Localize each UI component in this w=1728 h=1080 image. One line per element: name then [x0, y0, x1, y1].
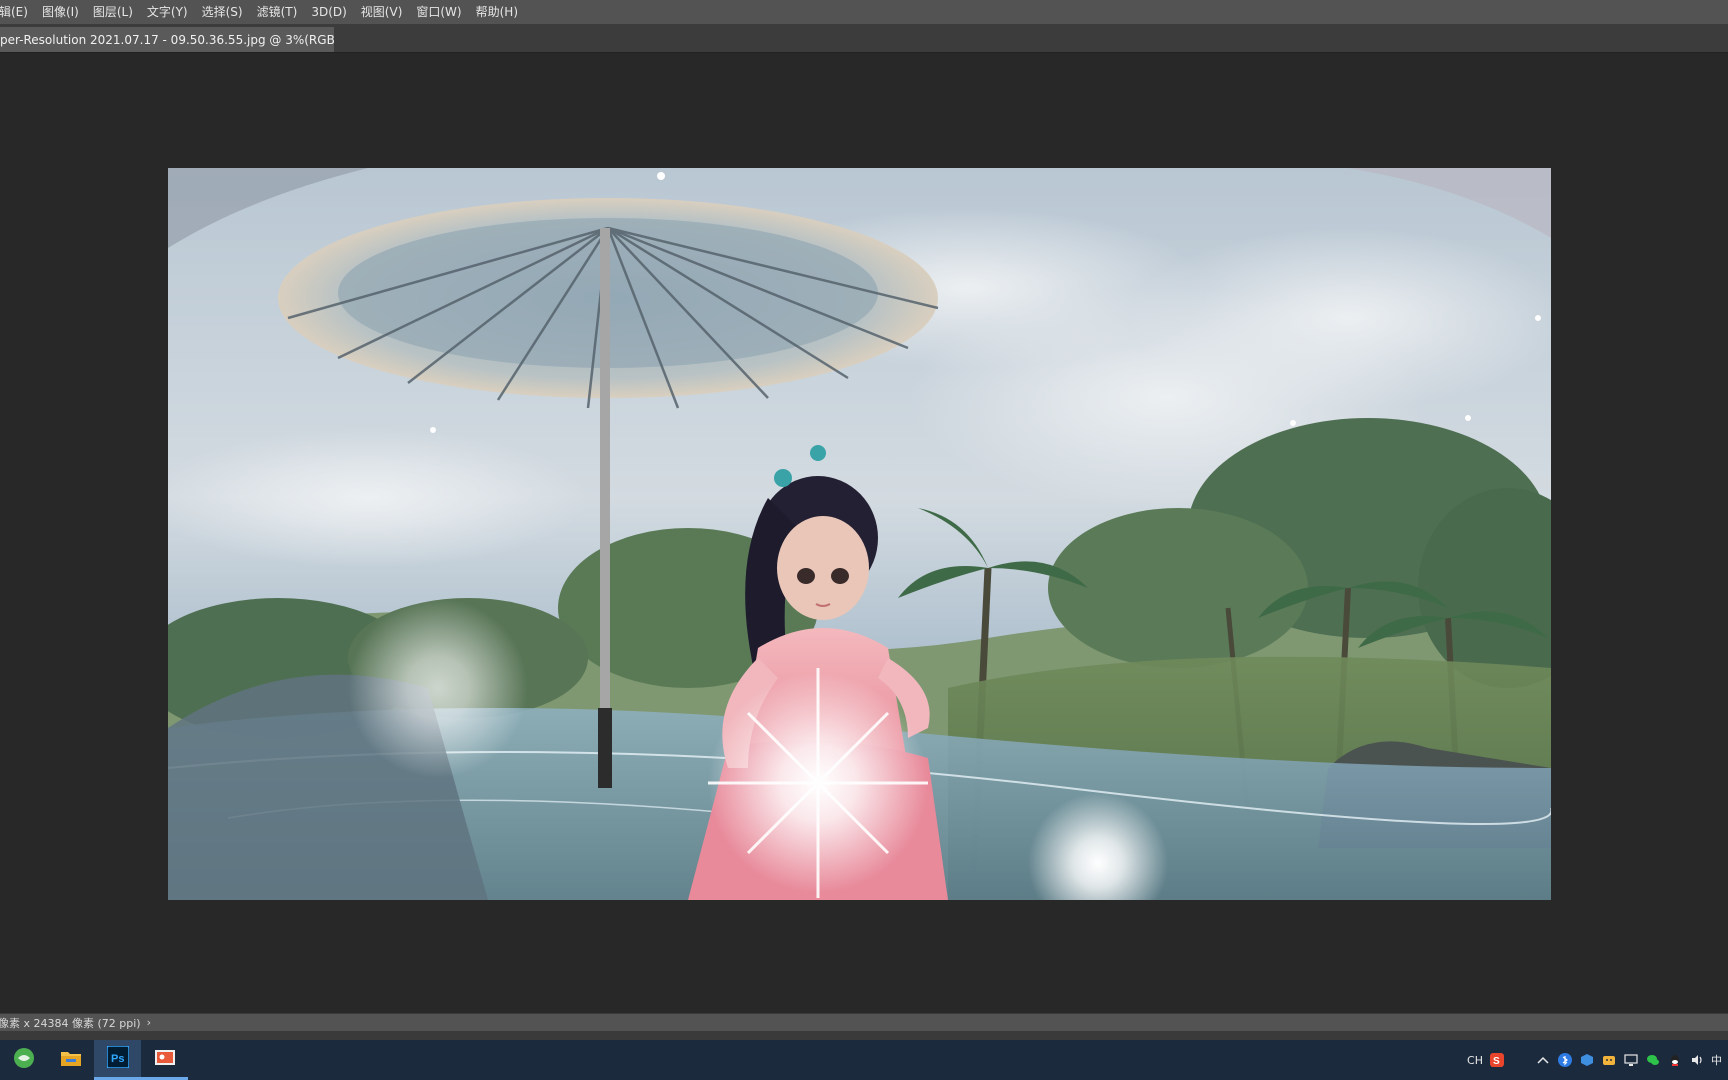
- menu-window[interactable]: 窗口(W): [409, 0, 468, 24]
- file-explorer-icon: [60, 1048, 82, 1072]
- cat-icon[interactable]: [1601, 1052, 1617, 1068]
- taskbar-media-button[interactable]: [141, 1040, 188, 1080]
- browser-icon: [13, 1047, 35, 1073]
- menu-view[interactable]: 视图(V): [354, 0, 410, 24]
- menu-edit[interactable]: 辑(E): [0, 0, 35, 24]
- status-bar: 像素 x 24384 像素 (72 ppi) ›: [0, 1013, 1728, 1031]
- status-menu-arrow-icon[interactable]: ›: [147, 1016, 151, 1029]
- taskbar-explorer-button[interactable]: [47, 1040, 94, 1080]
- document-size-info: 像素 x 24384 像素 (72 ppi): [0, 1016, 141, 1030]
- menu-layer[interactable]: 图层(L): [86, 0, 140, 24]
- sogou-icon[interactable]: S: [1489, 1052, 1505, 1068]
- volume-icon[interactable]: [1689, 1052, 1705, 1068]
- box-icon[interactable]: [1579, 1052, 1595, 1068]
- input-language-indicator[interactable]: 中: [1711, 1052, 1722, 1068]
- taskbar: Ps CH S 中: [0, 1040, 1728, 1080]
- ime-indicator[interactable]: CH: [1467, 1054, 1483, 1067]
- svg-text:S: S: [1493, 1056, 1500, 1067]
- menu-3d[interactable]: 3D(D): [304, 0, 353, 24]
- panel-divider: [0, 1031, 1728, 1040]
- system-tray: CH S 中: [1467, 1040, 1728, 1080]
- game-screenshot-image: [168, 168, 1551, 900]
- menu-image[interactable]: 图像(I): [35, 0, 86, 24]
- document-tab-title: per-Resolution 2021.07.17 - 09.50.36.55.…: [0, 32, 334, 47]
- wechat-icon[interactable]: [1645, 1052, 1661, 1068]
- svg-text:Ps: Ps: [111, 1053, 124, 1065]
- menu-bar: 辑(E) 图像(I) 图层(L) 文字(Y) 选择(S) 滤镜(T) 3D(D)…: [0, 0, 1728, 24]
- photoshop-icon: Ps: [105, 1044, 130, 1072]
- document-tab[interactable]: per-Resolution 2021.07.17 - 09.50.36.55.…: [0, 27, 334, 52]
- menu-help[interactable]: 帮助(H): [469, 0, 525, 24]
- qq-icon[interactable]: [1667, 1052, 1683, 1068]
- media-player-icon: [154, 1047, 176, 1071]
- chevron-up-icon[interactable]: [1535, 1052, 1551, 1068]
- network-icon[interactable]: [1623, 1052, 1639, 1068]
- canvas-area[interactable]: [0, 53, 1728, 1013]
- menu-select[interactable]: 选择(S): [195, 0, 250, 24]
- bluetooth-icon[interactable]: [1557, 1052, 1573, 1068]
- menu-filter[interactable]: 滤镜(T): [250, 0, 305, 24]
- document-tab-bar: per-Resolution 2021.07.17 - 09.50.36.55.…: [0, 24, 1728, 53]
- taskbar-browser-button[interactable]: [0, 1040, 47, 1080]
- document-canvas[interactable]: [168, 168, 1551, 900]
- taskbar-photoshop-button[interactable]: Ps: [94, 1040, 141, 1080]
- menu-type[interactable]: 文字(Y): [140, 0, 195, 24]
